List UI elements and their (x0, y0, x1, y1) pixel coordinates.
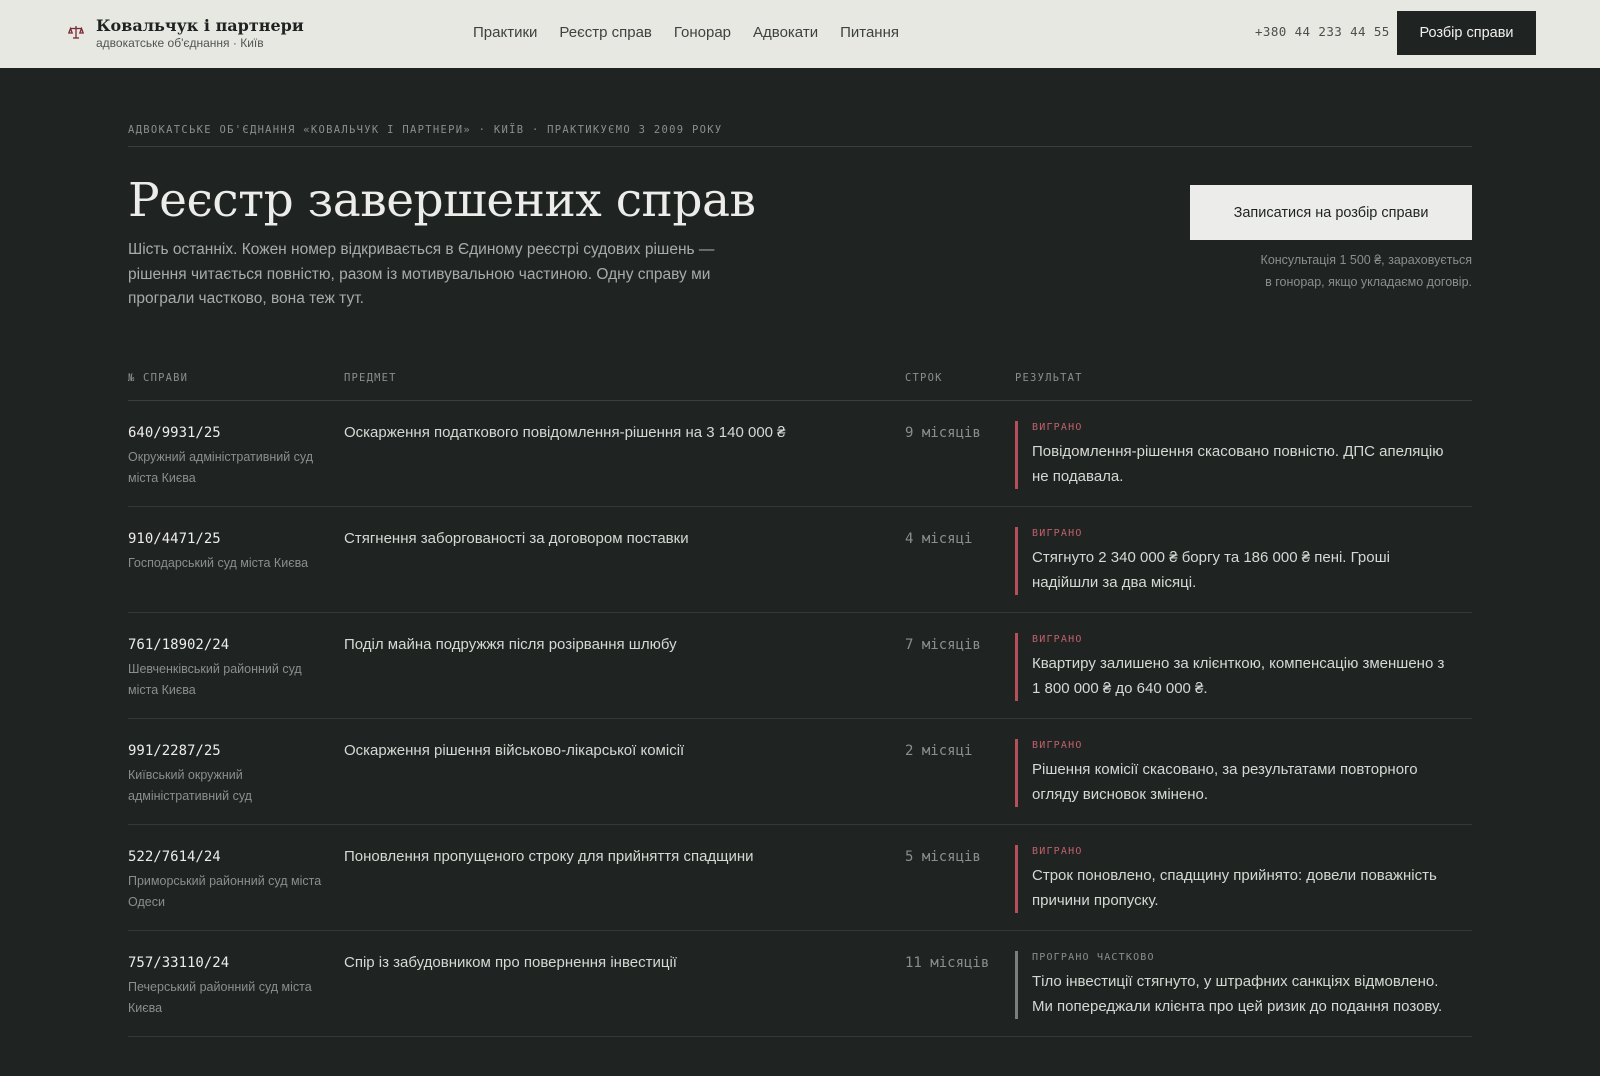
book-review-button[interactable]: Записатися на розбір справи (1190, 185, 1472, 240)
case-number-link[interactable]: 640/9931/25 (128, 423, 344, 443)
case-result: ВИГРАНО Квартиру залишено за клієнткою, к… (1015, 633, 1472, 701)
status-badge: ВИГРАНО (1032, 846, 1083, 857)
case-term: 2 місяці (905, 743, 973, 759)
court-name: Приморський районний суд міста Одеси (128, 874, 322, 909)
col-case-number: № СПРАВИ (128, 371, 189, 384)
case-number-link[interactable]: 991/2287/25 (128, 741, 344, 761)
case-result: ВИГРАНО Повідомлення-рішення скасовано по… (1015, 421, 1472, 489)
case-subject: Стягнення заборгованості за договором по… (344, 530, 689, 547)
case-term: 9 місяців (905, 425, 981, 441)
scales-icon (68, 26, 84, 39)
court-name: Печерський районний суд міста Києва (128, 980, 312, 1015)
result-text: Повідомлення-рішення скасовано повністю.… (1032, 443, 1444, 485)
result-text: Рішення комісії скасовано, за результата… (1032, 761, 1418, 803)
case-result: ВИГРАНО Стягнуто 2 340 000 ₴ боргу та 186… (1015, 527, 1472, 595)
brand-subtitle: адвокатське об'єднання · Київ (96, 36, 264, 50)
case-subject: Спір із забудовником про повернення інве… (344, 954, 677, 971)
col-term: СТРОК (905, 371, 943, 384)
phone-number[interactable]: +380 44 233 44 55 (1255, 24, 1390, 39)
eyebrow: АДВОКАТСЬКЕ ОБ'ЄДНАННЯ «КОВАЛЬЧУК І ПАРТ… (128, 124, 723, 136)
col-subject: ПРЕДМЕТ (344, 371, 397, 384)
table-row: 910/4471/25 Господарський суд міста Києва… (128, 507, 1472, 613)
table-header: № СПРАВИ ПРЕДМЕТ СТРОК РЕЗУЛЬТАТ (128, 355, 1472, 401)
status-badge: ВИГРАНО (1032, 740, 1083, 751)
page-lede: Шість останніх. Кожен номер відкриваєтьс… (128, 241, 715, 307)
case-subject: Оскарження податкового повідомлення-ріше… (344, 424, 786, 441)
case-result: ВИГРАНО Строк поновлено, спадщину прийнят… (1015, 845, 1472, 913)
result-text: Строк поновлено, спадщину прийнято: дове… (1032, 867, 1437, 909)
court-name: Шевченківський районний суд міста Києва (128, 662, 302, 697)
case-number-link[interactable]: 910/4471/25 (128, 529, 344, 549)
result-text: Стягнуто 2 340 000 ₴ боргу та 186 000 ₴ … (1032, 549, 1390, 591)
nav-practices[interactable]: Практики (473, 24, 537, 41)
main-nav: Практики Реєстр справ Гонорар Адвокати П… (473, 0, 899, 64)
nav-faq[interactable]: Питання (840, 24, 899, 41)
table-row: 522/7614/24 Приморський районний суд міст… (128, 825, 1472, 931)
table-row: 991/2287/25 Київський окружний адміністра… (128, 719, 1472, 825)
main-content: АДВОКАТСЬКЕ ОБ'ЄДНАННЯ «КОВАЛЬЧУК І ПАРТ… (128, 68, 1472, 1037)
case-review-button[interactable]: Розбір справи (1397, 11, 1536, 55)
table-row: 757/33110/24 Печерський районний суд міст… (128, 931, 1472, 1037)
table-row: 761/18902/24 Шевченківський районний суд … (128, 613, 1472, 719)
page-title: Реєстр завершених справ (128, 173, 756, 228)
case-number-link[interactable]: 522/7614/24 (128, 847, 344, 867)
brand-name: Ковальчук і партнери (96, 16, 304, 35)
result-text: Квартиру залишено за клієнткою, компенса… (1032, 655, 1445, 697)
status-badge: ВИГРАНО (1032, 422, 1083, 433)
status-badge: ВИГРАНО (1032, 528, 1083, 539)
nav-fees[interactable]: Гонорар (674, 24, 731, 41)
case-subject: Оскарження рішення військово-лікарської … (344, 742, 685, 759)
case-term: 7 місяців (905, 637, 981, 653)
court-name: Київський окружний адміністративний суд (128, 768, 252, 803)
status-badge: ПРОГРАНО ЧАСТКОВО (1032, 952, 1155, 963)
result-text: Тіло інвестиції стягнуто, у штрафних сан… (1032, 973, 1443, 1015)
court-name: Окружний адміністративний суд міста Києв… (128, 450, 314, 485)
table-row: 640/9931/25 Окружний адміністративний суд… (128, 401, 1472, 507)
case-term: 4 місяці (905, 531, 973, 547)
status-badge: ВИГРАНО (1032, 634, 1083, 645)
brand[interactable]: Ковальчук і партнери адвокатське об'єдна… (68, 16, 304, 50)
nav-case-registry[interactable]: Реєстр справ (559, 24, 652, 41)
nav-lawyers[interactable]: Адвокати (753, 24, 818, 41)
case-result: ПРОГРАНО ЧАСТКОВО Тіло інвестиції стягнут… (1015, 951, 1472, 1019)
col-result: РЕЗУЛЬТАТ (1015, 371, 1083, 384)
case-term: 5 місяців (905, 849, 981, 865)
case-subject: Поновлення пропущеного строку для прийня… (344, 848, 754, 865)
hero: Реєстр завершених справ Шість останніх. … (128, 147, 1472, 347)
top-bar: Ковальчук і партнери адвокатське об'єдна… (0, 0, 1600, 68)
case-result: ВИГРАНО Рішення комісії скасовано, за рез… (1015, 739, 1472, 807)
court-name: Господарський суд міста Києва (128, 556, 309, 570)
case-number-link[interactable]: 757/33110/24 (128, 953, 344, 973)
case-subject: Поділ майна подружжя після розірвання шл… (344, 636, 677, 653)
case-term: 11 місяців (905, 955, 990, 971)
consultation-note: Консультація 1 500 ₴, зараховується в го… (1260, 253, 1472, 289)
case-number-link[interactable]: 761/18902/24 (128, 635, 344, 655)
